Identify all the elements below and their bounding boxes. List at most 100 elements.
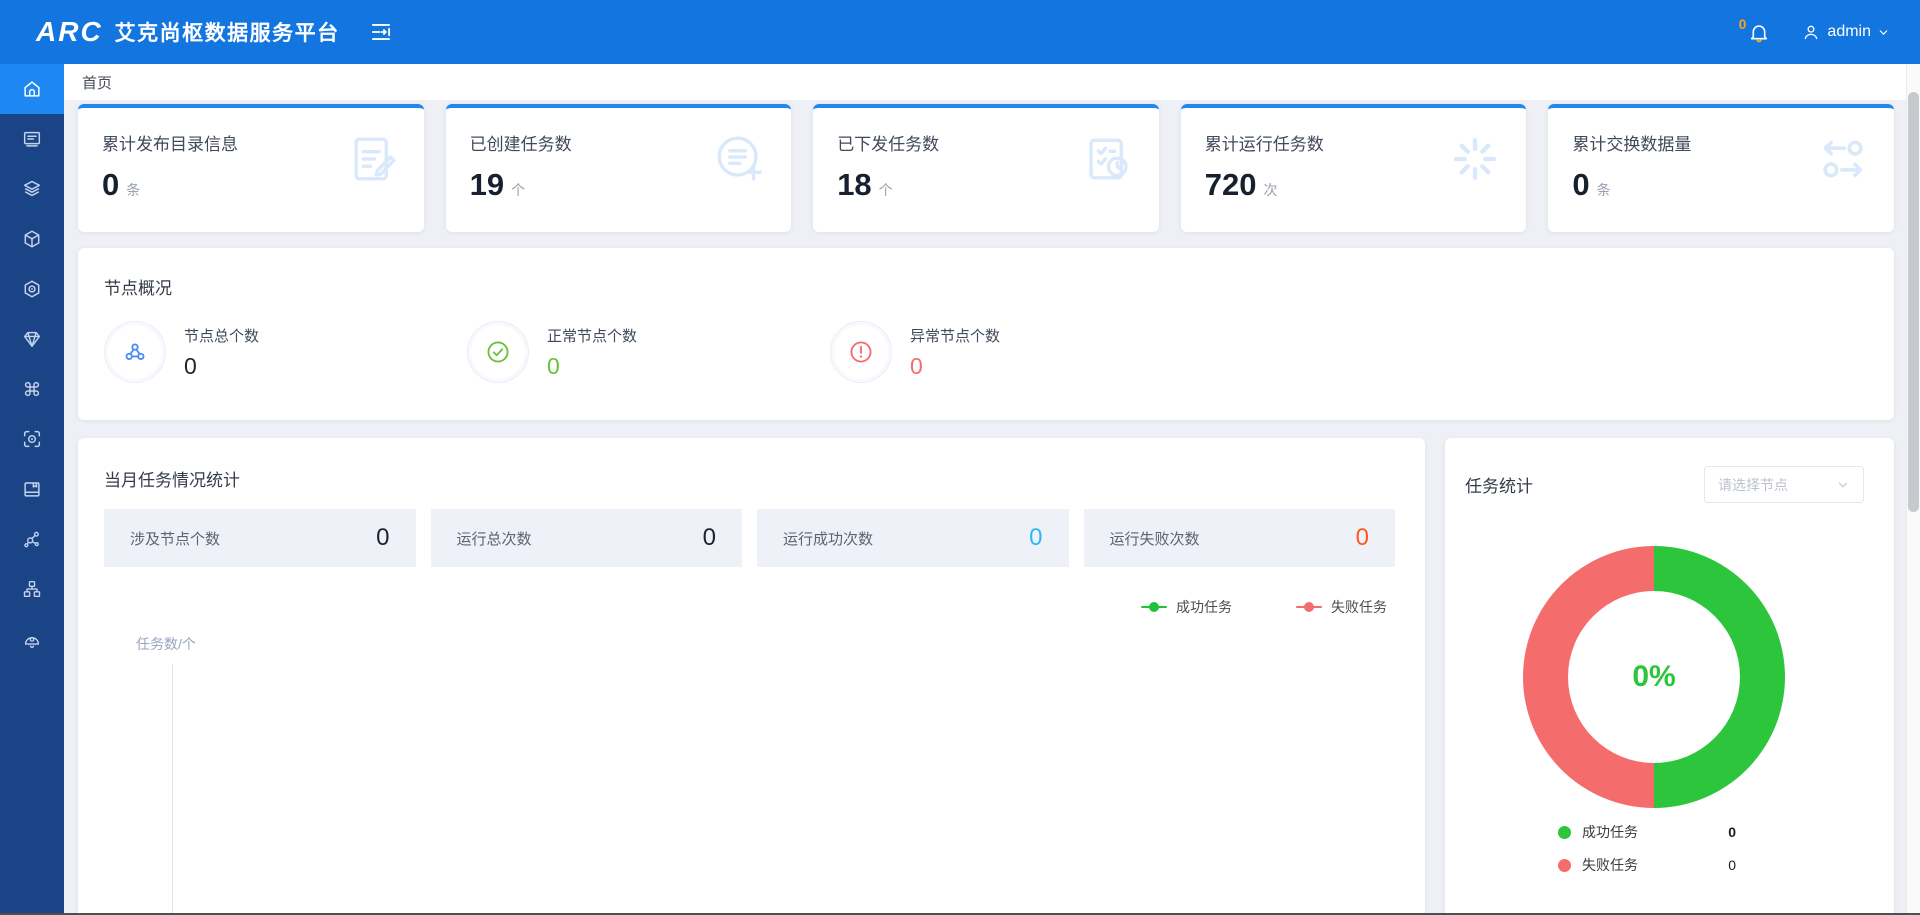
node-overview-row: 节点总个数 0 正常节点个数 0	[104, 321, 1866, 383]
legend-marker-red	[1296, 606, 1322, 608]
node-normal-value: 0	[547, 353, 637, 380]
monthly-stat-value: 0	[1029, 524, 1042, 552]
stat-card-run-tasks: 累计运行任务数 720 次	[1181, 104, 1527, 232]
stat-card-value: 18	[837, 167, 871, 203]
exchange-arrows-icon	[1814, 130, 1872, 188]
content: 累计发布目录信息 0 条 已创建任务数 19 个	[64, 100, 1920, 915]
sidebar-item-data-network[interactable]	[0, 214, 64, 264]
header-right: 0 admin	[1739, 20, 1890, 44]
sitemap-icon	[21, 578, 43, 600]
box-gear-icon	[21, 278, 43, 300]
user-name: admin	[1827, 23, 1871, 41]
monthly-stat-total-runs: 运行总次数 0	[431, 509, 743, 567]
node-select-dropdown[interactable]: 请选择节点	[1704, 466, 1864, 503]
bottom-row: 当月任务情况统计 涉及节点个数 0 运行总次数 0 运行成功次数 0	[78, 438, 1894, 915]
node-abnormal-item: 异常节点个数 0	[830, 321, 1193, 383]
document-edit-icon	[344, 130, 402, 188]
donut-legend-success[interactable]: 成功任务 0	[1558, 822, 1736, 842]
sidebar-item-home[interactable]	[0, 64, 64, 114]
sidebar-item-tasks[interactable]	[0, 364, 64, 414]
monthly-stat-label: 运行成功次数	[783, 528, 873, 549]
sidebar-item-assets[interactable]	[0, 314, 64, 364]
task-donut-chart: 0%	[1523, 546, 1785, 808]
arc-logo: ARC	[36, 16, 103, 48]
sidebar-item-exchange[interactable]	[0, 514, 64, 564]
node-abnormal-label: 异常节点个数	[910, 325, 1000, 346]
monthly-stat-value: 0	[703, 524, 716, 552]
donut-legend-value: 0	[1728, 824, 1736, 840]
node-total-circle	[104, 321, 166, 383]
monthly-stat-label: 运行总次数	[457, 528, 532, 549]
node-normal-circle	[467, 321, 529, 383]
scrollbar-thumb[interactable]	[1908, 92, 1919, 512]
user-menu[interactable]: admin	[1801, 22, 1890, 42]
stat-card-unit: 个	[879, 180, 893, 200]
donut-hole: 0%	[1568, 591, 1740, 763]
stat-card-unit: 条	[1597, 180, 1611, 200]
legend-failed-tasks[interactable]: 失败任务	[1296, 597, 1387, 617]
notification-badge: 0	[1739, 16, 1747, 32]
sidebar-item-catalog[interactable]	[0, 114, 64, 164]
sidebar-nav	[0, 64, 64, 915]
list-plus-icon	[711, 130, 769, 188]
layers-icon	[21, 178, 43, 200]
scan-target-icon	[21, 428, 43, 450]
archive-box-icon	[21, 478, 43, 500]
gem-icon	[21, 328, 43, 350]
donut-center-percent: 0%	[1632, 660, 1675, 694]
bell-icon	[1747, 20, 1771, 44]
stat-card-dispatched-tasks: 已下发任务数 18 个	[813, 104, 1159, 232]
home-icon	[21, 78, 43, 100]
stat-card-exchanged-data: 累计交换数据量 0 条	[1548, 104, 1894, 232]
stat-card-value: 19	[470, 167, 504, 203]
legend-marker-green	[1141, 606, 1167, 608]
sidebar-item-archive[interactable]	[0, 464, 64, 514]
sidebar-item-resource[interactable]	[0, 264, 64, 314]
stat-card-created-tasks: 已创建任务数 19 个	[446, 104, 792, 232]
donut-legend-failed[interactable]: 失败任务 0	[1558, 855, 1736, 875]
node-overview-panel: 节点概况 节点总个数 0	[78, 248, 1894, 420]
stat-card-value: 0	[1572, 167, 1589, 203]
monthly-stat-label: 运行失败次数	[1110, 528, 1200, 549]
collapse-sidebar-icon[interactable]	[368, 19, 394, 45]
monthly-stat-value: 0	[376, 524, 389, 552]
sidebar-item-alerts[interactable]	[0, 614, 64, 664]
cluster-nodes-icon	[121, 338, 149, 366]
stat-card-value: 0	[102, 167, 119, 203]
legend-label: 成功任务	[1176, 597, 1232, 617]
y-axis-line	[172, 664, 173, 915]
node-total-label: 节点总个数	[184, 325, 259, 346]
notification-bell-button[interactable]: 0	[1739, 20, 1772, 44]
cube-network-icon	[21, 228, 43, 250]
stat-card-unit: 次	[1264, 180, 1278, 200]
legend-label: 失败任务	[1331, 597, 1387, 617]
task-stats-title: 任务统计	[1465, 472, 1533, 497]
stat-card-row: 累计发布目录信息 0 条 已创建任务数 19 个	[78, 104, 1894, 232]
legend-dot-green	[1558, 826, 1571, 839]
monthly-task-title: 当月任务情况统计	[104, 466, 1395, 491]
legend-dot-red	[1558, 859, 1571, 872]
molecule-icon	[21, 528, 43, 550]
spinner-icon	[1446, 130, 1504, 188]
stat-card-unit: 条	[126, 180, 140, 200]
monthly-stat-success-runs: 运行成功次数 0	[757, 509, 1069, 567]
app-title: 艾克尚枢数据服务平台	[115, 17, 340, 47]
document-list-icon	[21, 128, 43, 150]
sidebar-item-topology[interactable]	[0, 564, 64, 614]
command-icon	[21, 378, 43, 400]
node-normal-item: 正常节点个数 0	[467, 321, 830, 383]
sidebar-item-monitor[interactable]	[0, 414, 64, 464]
main-area: 首页 累计发布目录信息 0 条 已创建任务数 19 个	[64, 64, 1920, 915]
breadcrumb[interactable]: 首页	[82, 72, 112, 93]
chevron-down-icon	[1877, 26, 1890, 39]
stat-card-unit: 个	[511, 180, 525, 200]
donut-legend-label: 成功任务	[1582, 822, 1638, 842]
vertical-scrollbar[interactable]	[1906, 64, 1920, 915]
stat-card-published-catalog: 累计发布目录信息 0 条	[78, 104, 424, 232]
node-total-value: 0	[184, 353, 259, 380]
chevron-down-icon	[1836, 478, 1850, 492]
legend-success-tasks[interactable]: 成功任务	[1141, 597, 1232, 617]
clipboard-clock-icon	[1079, 130, 1137, 188]
sidebar-item-layers[interactable]	[0, 164, 64, 214]
y-axis-label: 任务数/个	[136, 634, 196, 654]
